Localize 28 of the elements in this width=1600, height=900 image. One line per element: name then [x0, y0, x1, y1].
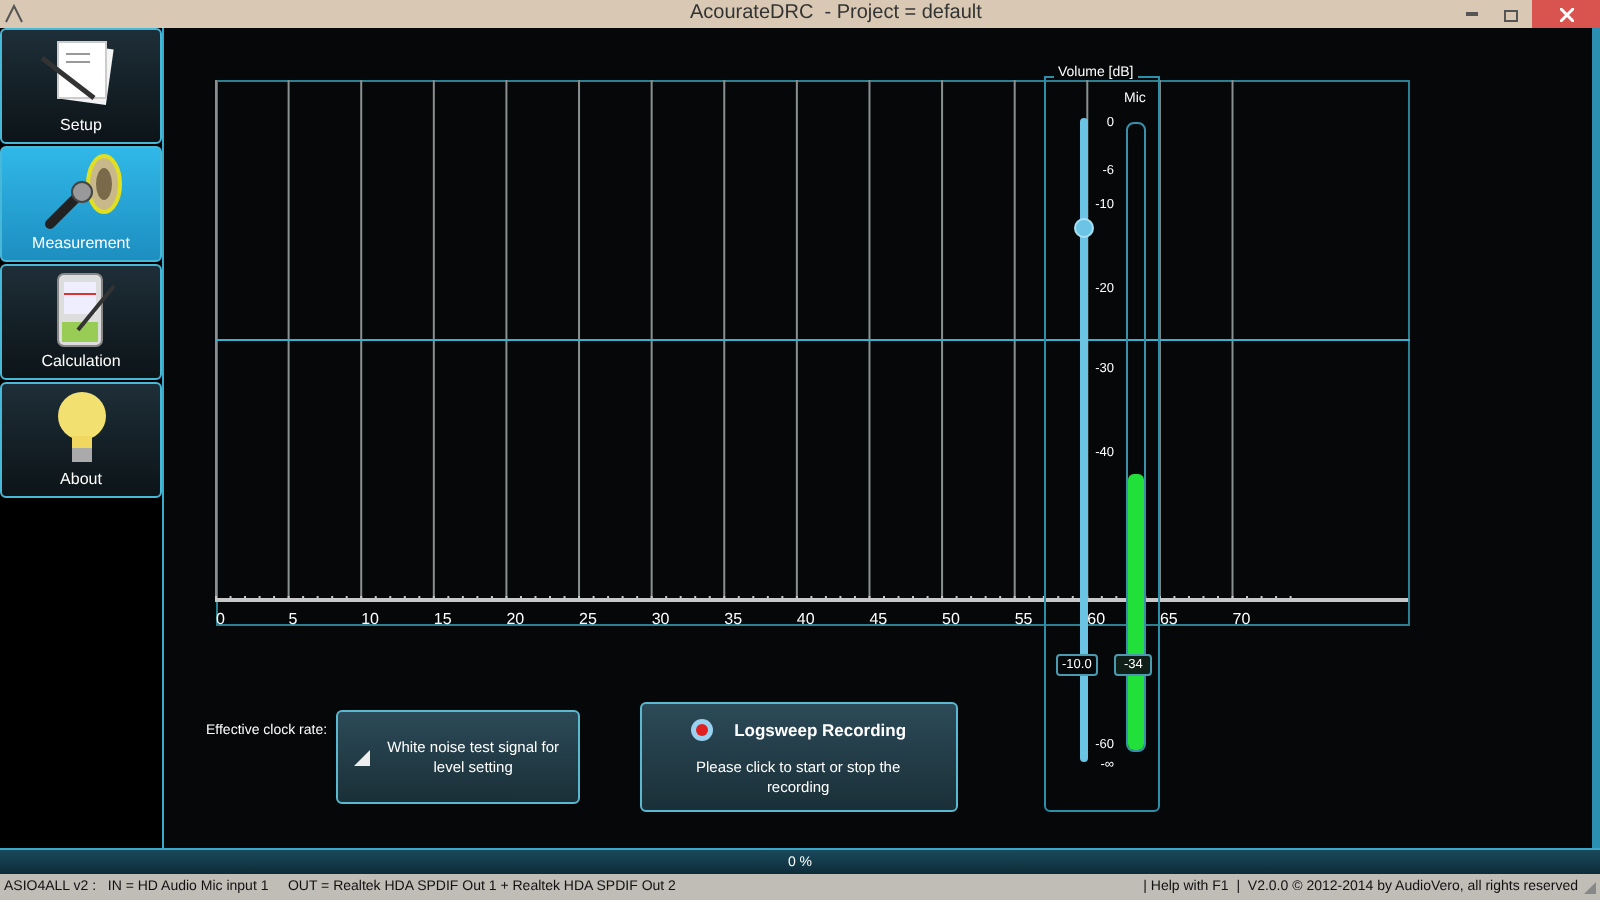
triangle-icon: [353, 749, 370, 765]
restore-icon: [1504, 7, 1520, 21]
tick-label: 15: [433, 610, 452, 628]
nav-item[interactable]: About: [0, 382, 162, 498]
close-icon: [1559, 7, 1573, 21]
tick-label: 5: [288, 610, 298, 628]
minimize-icon: [1466, 12, 1478, 16]
tick-label: 60: [1087, 610, 1106, 628]
tick-label: 70: [1232, 610, 1251, 628]
slider-thumb[interactable]: [1074, 217, 1094, 238]
tick-label: 25: [579, 610, 597, 628]
tick-label: 50: [942, 610, 960, 628]
window-title: AcourateDRC - Project = default: [690, 4, 982, 24]
tick-label: 10: [361, 610, 380, 628]
app-icon: [4, 4, 24, 24]
close-button[interactable]: [1532, 0, 1600, 28]
tick-label: 20: [506, 610, 525, 628]
nav-item[interactable]: Setup: [0, 28, 162, 144]
tick-label: 30: [651, 610, 670, 628]
nav-item[interactable]: Calculation: [0, 264, 162, 380]
tick-label: 45: [869, 610, 888, 628]
tick-label: 55: [1014, 610, 1033, 628]
tick-label: 0: [216, 610, 225, 628]
tick-label: 35: [724, 610, 743, 628]
resize-grip-icon: [1584, 881, 1596, 893]
record-icon: [690, 718, 715, 743]
tick-label: 40: [796, 610, 815, 628]
tick-label: 65: [1159, 610, 1178, 628]
